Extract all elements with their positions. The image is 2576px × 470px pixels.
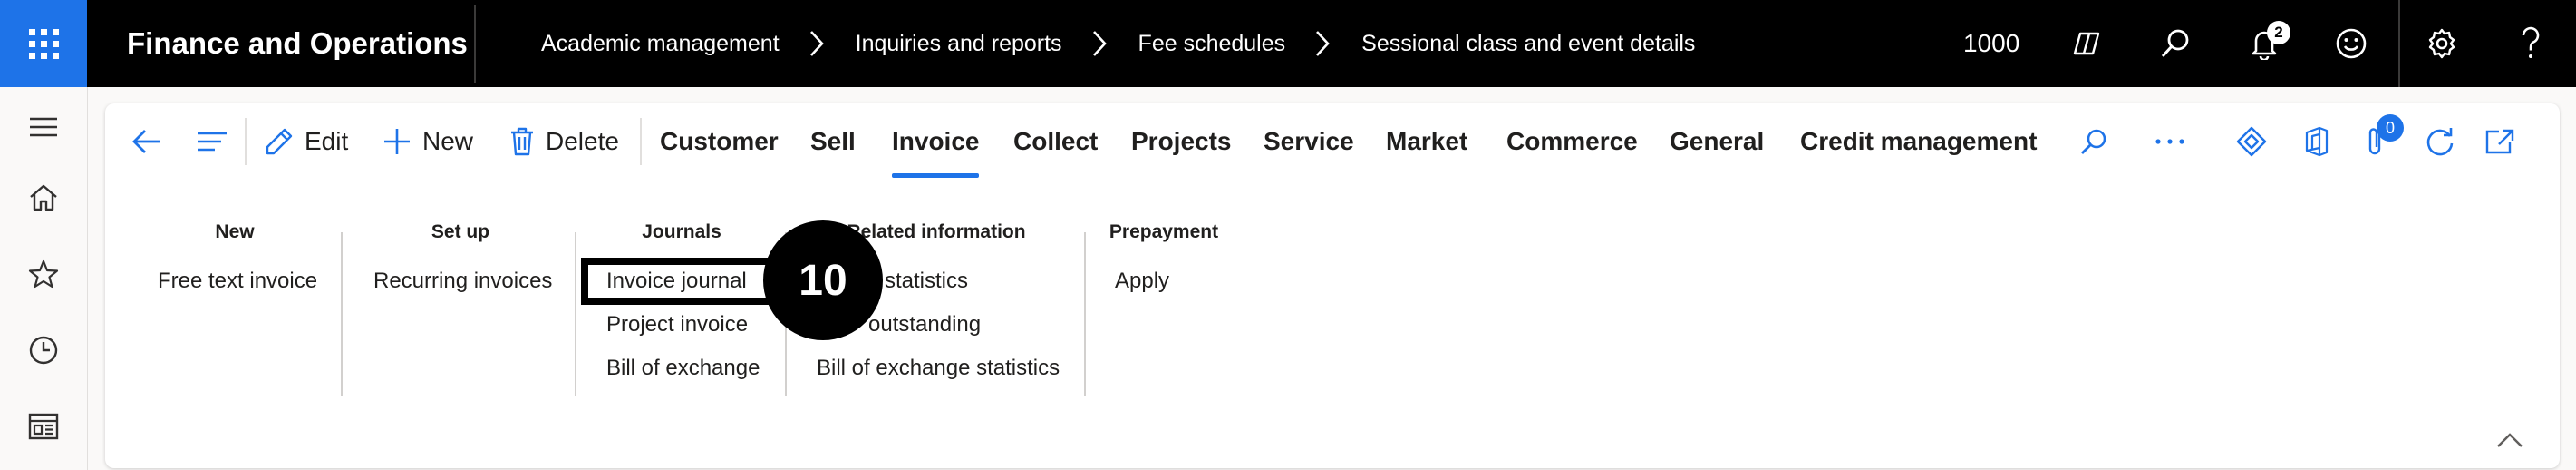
- bill-of-exchange-button[interactable]: Bill of exchange: [606, 350, 760, 387]
- tab-general[interactable]: General: [1670, 103, 1764, 180]
- action-search-button[interactable]: [2068, 103, 2119, 180]
- group-title-prepayment: Prepayment: [1109, 221, 1219, 242]
- breadcrumb-item-sessional-class[interactable]: Sessional class and event details: [1361, 31, 1695, 57]
- search-icon: [2081, 129, 2106, 154]
- tab-credit-management[interactable]: Credit management: [1800, 103, 2037, 180]
- edit-label: Edit: [305, 127, 349, 155]
- nav-workspaces-button[interactable]: [0, 399, 87, 454]
- free-text-invoice-button[interactable]: Free text invoice: [158, 263, 317, 299]
- group-title-related-information: Related information: [847, 221, 1026, 242]
- left-navigation: [0, 87, 88, 470]
- edit-button[interactable]: Edit: [265, 103, 348, 180]
- notifications-button[interactable]: 2: [2237, 0, 2291, 87]
- feedback-button[interactable]: [2324, 0, 2378, 87]
- recurring-invoices-button[interactable]: Recurring invoices: [373, 263, 552, 299]
- notification-count-badge: 2: [2267, 21, 2290, 44]
- back-button[interactable]: [121, 103, 172, 180]
- group-divider: [575, 232, 576, 396]
- group-title-journals: Journals: [642, 221, 721, 242]
- gear-icon: [2428, 28, 2455, 59]
- company-picker[interactable]: 1000: [1963, 0, 2019, 87]
- arrow-left-icon: [132, 130, 160, 153]
- diamond-icon: [2236, 126, 2267, 157]
- chevron-right-icon: [809, 30, 825, 57]
- action-divider: [245, 118, 247, 165]
- attachment-count-badge: 0: [2377, 114, 2404, 142]
- step-number-badge: 10: [763, 220, 883, 340]
- help-icon: [2522, 26, 2540, 58]
- help-button[interactable]: [2503, 0, 2558, 87]
- nav-expand-button[interactable]: [0, 100, 87, 154]
- copilot-button[interactable]: [2059, 0, 2114, 87]
- waffle-icon: [28, 28, 59, 59]
- options-menu-button[interactable]: [187, 103, 237, 180]
- home-icon: [30, 184, 57, 211]
- nav-favorites-button[interactable]: [0, 247, 87, 301]
- new-label: New: [422, 127, 474, 155]
- plus-icon: [384, 129, 410, 154]
- breadcrumb: Academic management Inquiries and report…: [541, 0, 1695, 87]
- clock-icon: [29, 336, 58, 365]
- copilot-icon: [2073, 32, 2100, 55]
- chevron-right-icon: [1091, 30, 1108, 57]
- settings-button[interactable]: [2415, 0, 2469, 87]
- ellipsis-icon: [2155, 139, 2184, 144]
- nav-recent-button[interactable]: [0, 323, 87, 377]
- action-divider: [640, 118, 642, 165]
- group-divider: [341, 232, 343, 396]
- breadcrumb-item-academic-management[interactable]: Academic management: [541, 31, 780, 57]
- refresh-button[interactable]: [2415, 103, 2465, 180]
- nav-home-button[interactable]: [0, 171, 87, 225]
- tab-collect[interactable]: Collect: [1013, 103, 1098, 180]
- title-divider: [474, 5, 476, 83]
- pencil-icon: [266, 128, 293, 155]
- office-icon: [2305, 126, 2329, 157]
- action-bar: Edit New Delete Customer Sell Invoice Co…: [105, 103, 2560, 180]
- tab-service[interactable]: Service: [1264, 103, 1354, 180]
- attachments-button[interactable]: 0: [2349, 103, 2404, 180]
- open-in-new-window-icon: [2485, 129, 2514, 154]
- tab-projects[interactable]: Projects: [1131, 103, 1232, 180]
- search-icon: [2161, 29, 2189, 58]
- group-title-new: New: [215, 221, 255, 242]
- top-bar: Finance and Operations Academic manageme…: [0, 0, 2576, 87]
- trash-icon: [511, 127, 533, 156]
- tab-sell[interactable]: Sell: [810, 103, 856, 180]
- open-new-window-button[interactable]: [2474, 103, 2525, 180]
- breadcrumb-item-fee-schedules[interactable]: Fee schedules: [1138, 31, 1286, 57]
- smiley-icon: [2336, 28, 2367, 59]
- group-divider: [1084, 232, 1086, 396]
- search-button[interactable]: [2148, 0, 2203, 87]
- chevron-right-icon: [1314, 30, 1331, 57]
- delete-button[interactable]: Delete: [509, 103, 619, 180]
- outstanding-button[interactable]: outstanding: [868, 307, 981, 343]
- tab-commerce[interactable]: Commerce: [1506, 103, 1638, 180]
- breadcrumb-item-inquiries-and-reports[interactable]: Inquiries and reports: [856, 31, 1062, 57]
- tab-market[interactable]: Market: [1386, 103, 1467, 180]
- delete-label: Delete: [546, 127, 619, 155]
- office-button[interactable]: [2291, 103, 2342, 180]
- collapse-ribbon-button[interactable]: [2496, 432, 2523, 453]
- action-pane: Edit New Delete Customer Sell Invoice Co…: [105, 103, 2560, 468]
- refresh-icon: [2426, 128, 2454, 156]
- workspace-icon: [28, 413, 59, 440]
- bill-of-exchange-statistics-button[interactable]: Bill of exchange statistics: [817, 350, 1060, 387]
- more-options-button[interactable]: [2145, 103, 2195, 180]
- tab-invoice[interactable]: Invoice: [892, 103, 980, 180]
- chevron-up-icon: [2497, 433, 2523, 447]
- group-title-setup: Set up: [431, 221, 490, 242]
- app-launcher-button[interactable]: [0, 0, 87, 87]
- apply-prepayment-button[interactable]: Apply: [1115, 263, 1169, 299]
- star-icon: [28, 259, 59, 289]
- new-button[interactable]: New: [383, 103, 473, 180]
- project-invoice-button[interactable]: Project invoice: [606, 307, 748, 343]
- power-apps-button[interactable]: [2226, 103, 2277, 180]
- hamburger-icon: [30, 117, 57, 137]
- app-title[interactable]: Finance and Operations: [127, 0, 468, 87]
- tab-customer[interactable]: Customer: [660, 103, 779, 180]
- statistics-button[interactable]: statistics: [885, 263, 968, 299]
- topbar-divider: [2398, 0, 2400, 87]
- lines-menu-icon: [198, 132, 227, 152]
